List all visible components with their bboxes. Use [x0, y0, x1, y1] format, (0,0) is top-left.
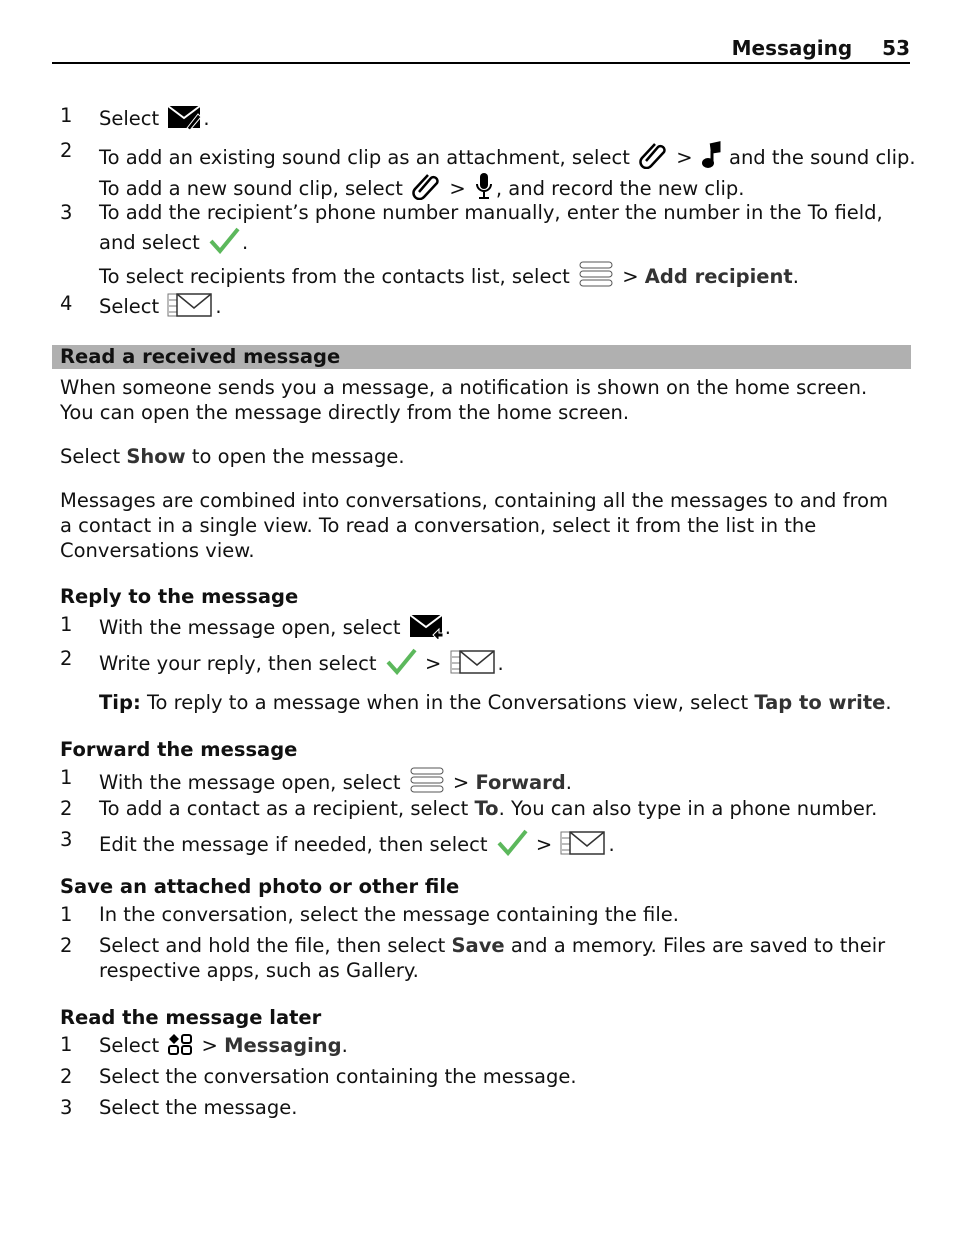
- conv-line-1: Messages are combined into conversations…: [60, 489, 889, 512]
- menu-icon[interactable]: [578, 260, 614, 288]
- page-header: Messaging 53: [52, 36, 910, 64]
- intro-line-2: You can open the message directly from t…: [60, 401, 630, 424]
- send-icon[interactable]: [450, 649, 496, 675]
- menu-icon[interactable]: [409, 766, 445, 794]
- reply-icon[interactable]: [409, 613, 443, 639]
- attachment-icon[interactable]: [411, 170, 441, 200]
- save-title: Save an attached photo or other file: [60, 875, 460, 898]
- show-line: Select Show to open the message.: [60, 445, 405, 468]
- checkmark-icon[interactable]: [496, 828, 528, 856]
- intro-line-1: When someone sends you a message, a noti…: [60, 376, 868, 399]
- send-icon[interactable]: [167, 292, 213, 318]
- conv-line-2: a contact in a single view. To read a co…: [60, 514, 817, 537]
- checkmark-icon[interactable]: [208, 226, 240, 254]
- header-section: Messaging: [731, 36, 853, 60]
- page-number: 53: [882, 36, 910, 60]
- reply-title: Reply to the message: [60, 585, 299, 608]
- conv-line-3: Conversations view.: [60, 539, 255, 562]
- checkmark-icon[interactable]: [385, 647, 417, 675]
- section-title: Read a received message: [52, 345, 911, 369]
- forward-title: Forward the message: [60, 738, 298, 761]
- microphone-icon[interactable]: [474, 172, 494, 200]
- apps-grid-icon[interactable]: [167, 1033, 193, 1057]
- music-note-icon[interactable]: [701, 141, 721, 169]
- attachment-icon[interactable]: [638, 139, 668, 169]
- send-icon[interactable]: [560, 830, 606, 856]
- later-title: Read the message later: [60, 1006, 322, 1029]
- compose-message-icon[interactable]: [167, 104, 202, 130]
